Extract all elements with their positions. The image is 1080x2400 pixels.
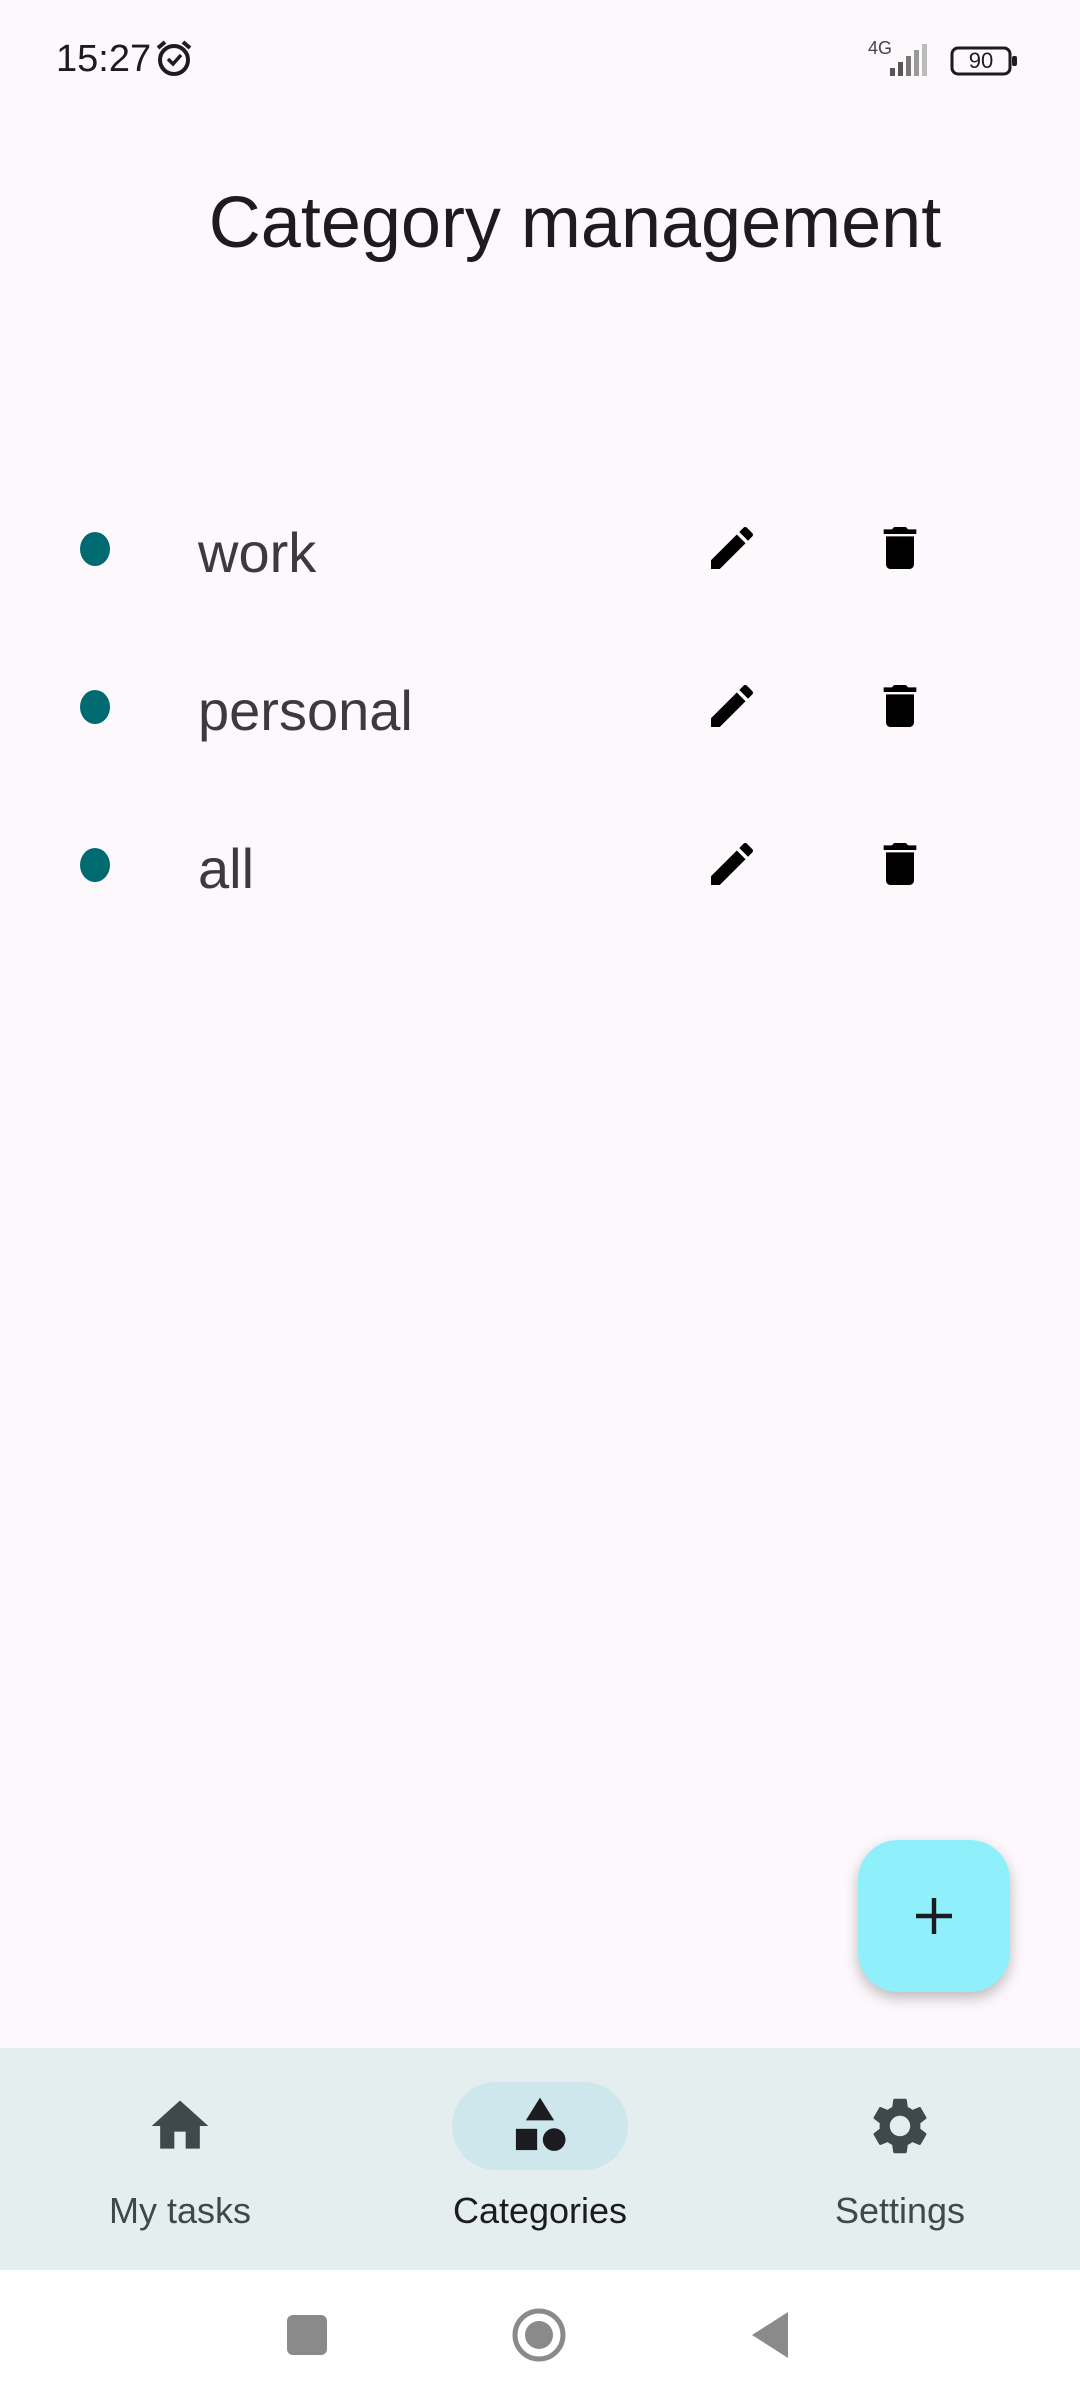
edit-category-button[interactable] <box>692 508 772 588</box>
trash-icon <box>883 685 917 727</box>
category-row: all <box>0 796 1080 954</box>
category-list: work personal all <box>0 480 1080 954</box>
delete-category-button[interactable] <box>860 508 940 588</box>
gear-icon <box>873 2098 927 2154</box>
pencil-icon <box>711 526 754 569</box>
pencil-icon <box>711 684 754 727</box>
home-circle-icon[interactable] <box>504 2300 574 2370</box>
recents-icon[interactable] <box>272 2300 342 2370</box>
trash-icon <box>883 527 917 569</box>
nav-item-my-tasks[interactable]: My tasks <box>0 2048 360 2270</box>
page-title: Category management <box>208 183 942 263</box>
plus-icon <box>916 1898 952 1934</box>
category-label: personal <box>198 679 413 742</box>
status-bar: 15:27 4G 90 <box>0 0 1080 120</box>
nav-label: Categories <box>452 2190 628 2231</box>
signal-icon <box>890 44 927 76</box>
delete-category-button[interactable] <box>860 824 940 904</box>
back-icon[interactable] <box>736 2300 806 2370</box>
nav-label: Settings <box>834 2190 966 2231</box>
pencil-icon <box>711 842 754 885</box>
nav-item-categories[interactable]: Categories <box>360 2048 720 2270</box>
edit-category-button[interactable] <box>692 824 772 904</box>
trash-icon <box>883 843 917 885</box>
nav-item-settings[interactable]: Settings <box>720 2048 1080 2270</box>
category-color-dot <box>80 532 110 566</box>
delete-category-button[interactable] <box>860 666 940 746</box>
battery-level: 90 <box>968 48 994 73</box>
shapes-icon <box>515 2097 566 2151</box>
alarm-icon <box>156 40 192 76</box>
category-color-dot <box>80 848 110 882</box>
bottom-navigation: My tasks Categories Settings <box>0 2048 1080 2270</box>
category-row: work <box>0 480 1080 638</box>
status-time: 15:27 <box>56 38 152 80</box>
category-label: work <box>198 521 317 584</box>
home-icon <box>151 2100 209 2149</box>
category-row: personal <box>0 638 1080 796</box>
edit-category-button[interactable] <box>692 666 772 746</box>
category-label: all <box>198 837 255 900</box>
add-category-button[interactable] <box>858 1840 1010 1992</box>
nav-label: My tasks <box>108 2190 251 2231</box>
category-color-dot <box>80 690 110 724</box>
system-navigation-bar <box>0 2270 1080 2400</box>
